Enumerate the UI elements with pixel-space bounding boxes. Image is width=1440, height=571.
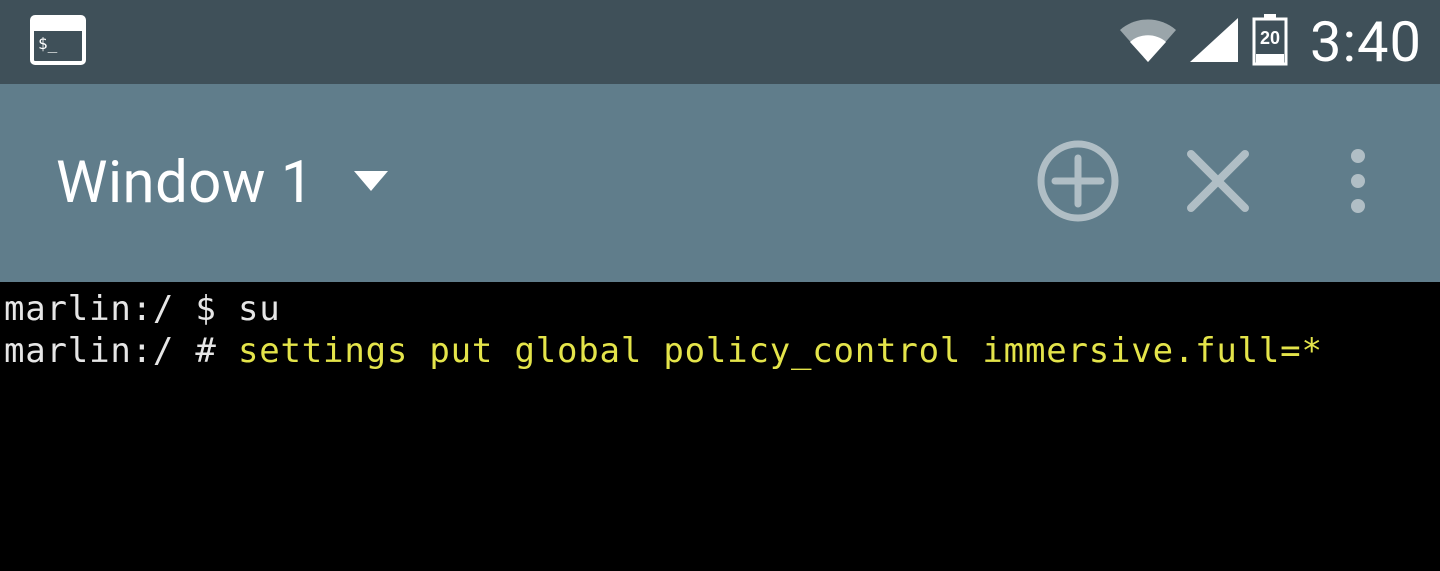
battery-level-text: 20 — [1260, 28, 1280, 48]
wifi-icon — [1120, 18, 1176, 66]
more-vertical-icon — [1350, 148, 1366, 218]
terminal-command: settings put global policy_control immer… — [238, 331, 1323, 371]
status-bar-left: $_ — [30, 15, 86, 69]
terminal-line: marlin:/ # settings put global policy_co… — [4, 330, 1436, 372]
window-dropdown[interactable]: Window 1 — [56, 149, 388, 217]
android-status-bar: $_ 20 3:40 — [0, 0, 1440, 84]
terminal-prompt: marlin:/ # — [4, 331, 238, 371]
cell-signal-icon — [1190, 18, 1238, 66]
terminal-line: marlin:/ $ su — [4, 288, 1436, 330]
chevron-down-icon — [354, 171, 388, 195]
terminal-app-bar: Window 1 — [0, 84, 1440, 282]
window-title-label: Window 1 — [56, 149, 314, 217]
battery-icon: 20 — [1252, 14, 1288, 70]
close-icon — [1185, 148, 1251, 218]
status-bar-clock: 3:40 — [1310, 9, 1422, 75]
plus-circle-icon — [1037, 140, 1119, 226]
terminal-command: su — [238, 289, 281, 329]
terminal-output[interactable]: marlin:/ $ sumarlin:/ # settings put glo… — [0, 282, 1440, 571]
status-bar-right: 20 3:40 — [1120, 9, 1422, 75]
terminal-prompt: marlin:/ $ — [4, 289, 238, 329]
close-window-button[interactable] — [1168, 133, 1268, 233]
overflow-menu-button[interactable] — [1308, 133, 1408, 233]
terminal-app-icon: $_ — [30, 15, 86, 69]
svg-text:$_: $_ — [38, 34, 58, 53]
add-window-button[interactable] — [1028, 133, 1128, 233]
